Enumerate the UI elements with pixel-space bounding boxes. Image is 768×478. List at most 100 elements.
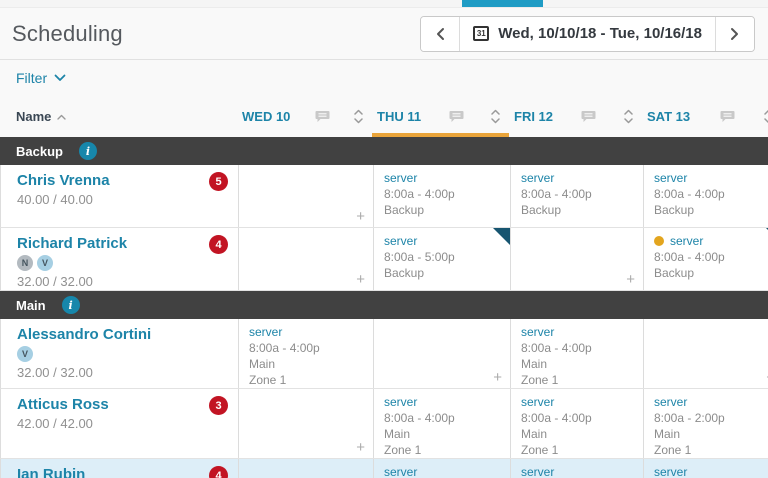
day-column-header-fri-12[interactable]: FRI 12 [509, 96, 642, 137]
shift-cell[interactable]: server 8:00a - 4:00p Backup [510, 165, 643, 227]
chevron-right-icon [731, 27, 738, 40]
shift-zone: Zone 1 [521, 443, 559, 457]
shift-role: server [521, 325, 555, 339]
employee-hours: 42.00 / 42.00 [17, 416, 93, 431]
shift-cell[interactable]: server [373, 459, 510, 478]
page-title: Scheduling [12, 20, 123, 46]
shift-time: 8:00a - 4:00p [654, 187, 725, 201]
empty-shift-cell[interactable]: + [643, 319, 768, 388]
shift-time: 8:00a - 4:00p [521, 187, 592, 201]
shift-role: server [384, 234, 418, 248]
column-header-row: Name WED 10 THU 11 FRI 12 SAT 13 [0, 96, 768, 137]
shift-cell[interactable]: server 8:00a - 4:00p Main Zone 1 [510, 389, 643, 458]
shift-role: server [249, 325, 283, 339]
info-icon[interactable]: i [61, 296, 80, 314]
shift-time: 8:00a - 4:00p [384, 411, 455, 425]
shift-role-line: server [654, 464, 768, 478]
day-column-header-wed-10[interactable]: WED 10 [237, 96, 372, 137]
employee-hours: 32.00 / 32.00 [17, 365, 93, 380]
scheduling-app: Scheduling 31 Wed, 10/10/18 - Tue, 10/16… [0, 0, 768, 478]
shift-department: Backup [521, 203, 562, 217]
shift-role-line: server [384, 464, 510, 478]
alert-count-badge[interactable]: 5 [209, 172, 228, 191]
shift-role: server [521, 465, 555, 478]
empty-shift-cell[interactable]: + [510, 228, 643, 290]
alert-count-badge[interactable]: 4 [209, 235, 228, 254]
shift-cell[interactable]: server 8:00a - 5:00p Backup [373, 228, 510, 290]
prev-week-button[interactable] [421, 16, 460, 51]
employee-badges: NV [17, 255, 238, 271]
alert-count-badge[interactable]: 3 [209, 396, 228, 415]
filter-bar: Filter [0, 60, 768, 96]
employee-name[interactable]: Richard Patrick [17, 235, 238, 252]
empty-shift-cell[interactable]: + [238, 389, 373, 458]
add-shift-icon[interactable]: + [356, 272, 365, 287]
sort-icon[interactable] [624, 109, 633, 124]
employee-name[interactable]: Ian Rubin [17, 466, 238, 478]
shift-cell[interactable]: server 8:00a - 4:00p Backup [373, 165, 510, 227]
message-icon[interactable] [720, 110, 735, 123]
day-column-header-sat-13[interactable]: SAT 13 [642, 96, 768, 137]
day-column-header-thu-11[interactable]: THU 11 [372, 96, 509, 137]
message-icon[interactable] [449, 110, 464, 123]
alert-count-badge[interactable]: 4 [209, 466, 228, 478]
add-shift-icon[interactable]: + [356, 209, 365, 224]
shift-time: 8:00a - 4:00p [521, 341, 592, 355]
shift-role-line: server [521, 464, 643, 478]
message-icon[interactable] [581, 110, 596, 123]
add-shift-icon[interactable]: + [626, 272, 635, 287]
shift-cell[interactable]: server 8:00a - 4:00p Main Zone 1 [510, 319, 643, 388]
next-week-button[interactable] [716, 16, 754, 51]
chevron-down-icon[interactable] [54, 74, 66, 82]
employee-name[interactable]: Alessandro Cortini [17, 326, 238, 343]
shift-department: Main [384, 427, 411, 441]
shift-department: Main [654, 427, 681, 441]
employee-name-cell: Ian Rubin 4 [1, 459, 238, 478]
sort-icon[interactable] [491, 109, 500, 124]
empty-shift-cell[interactable]: + [238, 165, 373, 227]
info-icon[interactable]: i [78, 142, 97, 160]
shift-cell[interactable]: server [643, 459, 768, 478]
shift-zone: Zone 1 [249, 373, 287, 387]
empty-shift-cell[interactable] [238, 459, 373, 478]
group-name: Backup [16, 143, 63, 159]
add-shift-icon[interactable]: + [493, 370, 502, 385]
add-shift-icon[interactable]: + [356, 440, 365, 455]
filter-toggle[interactable]: Filter [16, 70, 47, 86]
group-header-main: Main i [0, 291, 768, 319]
shift-role: server [521, 395, 555, 409]
shift-cell[interactable]: server 8:00a - 4:00p Backup [643, 228, 768, 290]
shift-cell[interactable]: server 8:00a - 4:00p Backup [643, 165, 768, 227]
message-icon[interactable] [315, 110, 330, 123]
shift-time: 8:00a - 4:00p [654, 250, 725, 264]
shift-role-line: server [654, 394, 768, 410]
name-column-header[interactable]: Name [0, 109, 237, 124]
employee-row: Ian Rubin 4 server server server [0, 459, 768, 478]
empty-shift-cell[interactable]: + [373, 319, 510, 388]
shift-cell[interactable]: server [510, 459, 643, 478]
date-range-text: Wed, 10/10/18 - Tue, 10/16/18 [498, 25, 702, 42]
sort-icon[interactable] [354, 109, 363, 124]
badge-n: N [17, 255, 33, 271]
employee-name[interactable]: Chris Vrenna [17, 172, 238, 189]
shift-cell[interactable]: server 8:00a - 4:00p Main Zone 1 [373, 389, 510, 458]
employee-row: Alessandro Cortini V 32.00 / 32.00 server 8:… [0, 319, 768, 389]
empty-shift-cell[interactable]: + [238, 228, 373, 290]
employee-name[interactable]: Atticus Ross [17, 396, 238, 413]
shift-cell[interactable]: server 8:00a - 4:00p Main Zone 1 [238, 319, 373, 388]
shift-cell[interactable]: server 8:00a - 2:00p Main Zone 1 [643, 389, 768, 458]
sort-icon[interactable] [764, 109, 768, 124]
employee-hours: 32.00 / 32.00 [17, 274, 93, 289]
employee-badges: V [17, 346, 238, 362]
chevron-left-icon [437, 27, 445, 40]
employee-name-cell: Atticus Ross 42.00 / 42.00 3 [1, 389, 238, 458]
shift-zone: Zone 1 [654, 443, 692, 457]
date-range-display[interactable]: 31 Wed, 10/10/18 - Tue, 10/16/18 [459, 16, 716, 51]
day-header-label: WED 10 [242, 109, 291, 124]
date-range-picker: 31 Wed, 10/10/18 - Tue, 10/16/18 [420, 15, 755, 52]
badge-v: V [17, 346, 33, 362]
top-tab-strip [0, 0, 768, 8]
shift-role-line: server [521, 394, 643, 410]
employee-hours: 40.00 / 40.00 [17, 192, 93, 207]
corner-flag-icon [493, 228, 510, 245]
